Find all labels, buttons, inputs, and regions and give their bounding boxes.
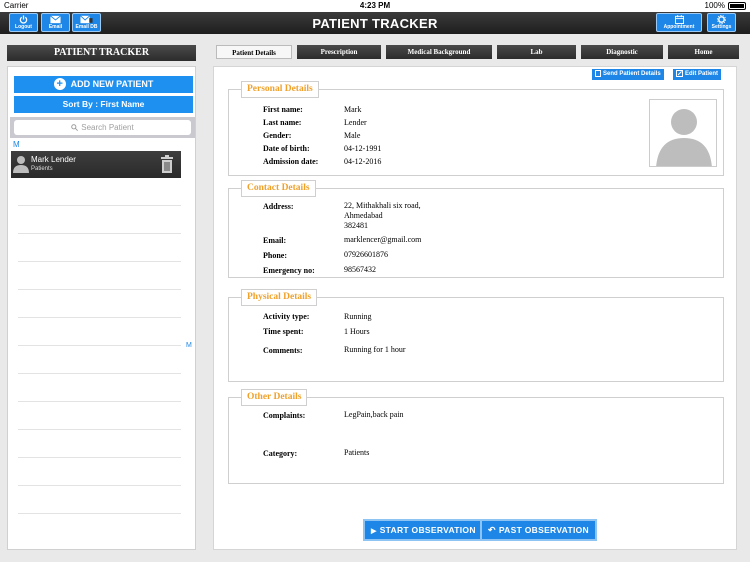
physical-details-title: Physical Details (241, 289, 318, 306)
patient-photo[interactable] (649, 99, 717, 167)
settings-button[interactable]: Settings (707, 13, 736, 32)
list-separator (18, 401, 181, 402)
app-title: PATIENT TRACKER (312, 16, 438, 31)
admission-date-label: Admission date: (263, 157, 319, 166)
past-observation-button[interactable]: ↶ PAST OBSERVATION (480, 519, 597, 541)
gender-label: Gender: (263, 131, 292, 140)
clock: 4:23 PM (359, 1, 391, 10)
email-label-field: Email: (263, 236, 287, 245)
battery-icon (728, 1, 746, 10)
sidebar-title: PATIENT TRACKER (7, 45, 196, 61)
patient-name: Mark Lender (31, 155, 76, 164)
list-separator (18, 429, 181, 430)
section-header-letter: M (13, 140, 20, 149)
send-patient-details-button[interactable]: Send Patient Details (592, 69, 664, 80)
other-details-title: Other Details (241, 389, 308, 406)
personal-details-section: Personal Details First name: Mark Last n… (228, 81, 724, 176)
address-value: 22, Mithakhali six road, Ahmedabad 38248… (344, 201, 421, 230)
phone-value: 07926601876 (344, 250, 388, 259)
sort-button[interactable]: Sort By : First Name (14, 96, 193, 113)
tab-prescription[interactable]: Prescription (297, 45, 381, 59)
appointment-button[interactable]: Appointment (656, 13, 702, 32)
time-spent-label: Time spent: (263, 327, 304, 336)
category-value: Patients (344, 448, 370, 457)
complaints-value: LegPain,back pain (344, 410, 404, 419)
gear-icon (717, 15, 726, 24)
emergency-no-label: Emergency no: (263, 266, 315, 275)
first-name-label: First name: (263, 105, 303, 114)
dob-label: Date of birth: (263, 144, 310, 153)
appointment-label: Appointment (663, 24, 695, 30)
activity-type-value: Running (344, 312, 372, 321)
plus-circle-icon: + (53, 77, 66, 90)
edit-icon (676, 69, 683, 77)
battery-status: 100% (705, 1, 746, 10)
last-name-label: Last name: (263, 118, 302, 127)
settings-label: Settings (711, 24, 732, 30)
reply-arrow-icon: ↶ (488, 525, 496, 535)
first-name-value: Mark (344, 105, 362, 114)
dob-value: 04-12-1991 (344, 144, 382, 153)
calendar-icon (674, 15, 684, 24)
patient-category: Patients (31, 166, 53, 172)
past-observation-label: PAST OBSERVATION (498, 525, 589, 535)
add-patient-label: ADD NEW PATIENT (70, 79, 154, 89)
list-separator (18, 261, 181, 262)
tab-diagnostic[interactable]: Diagnostic (581, 45, 663, 59)
complaints-label: Complaints: (263, 411, 306, 420)
address-label: Address: (263, 202, 294, 211)
add-patient-button[interactable]: + ADD NEW PATIENT (14, 76, 193, 93)
start-observation-button[interactable]: ▶ START OBSERVATION (363, 519, 484, 541)
patient-list-item[interactable]: Mark Lender Patients (11, 151, 181, 178)
list-separator (18, 345, 181, 346)
tab-home[interactable]: Home (668, 45, 739, 59)
list-separator (18, 485, 181, 486)
tab-medical-background[interactable]: Medical Background (386, 45, 492, 59)
patient-details-panel: Send Patient Details Edit Patient Person… (213, 66, 737, 550)
app-header: Logout Email Email DB PATIENT TRACKER Ap… (0, 12, 750, 34)
search-placeholder: Search Patient (81, 123, 134, 132)
comments-label: Comments: (263, 346, 303, 355)
contact-details-section: Contact Details Address: 22, Mithakhali … (228, 180, 724, 278)
list-separator (18, 289, 181, 290)
patient-sidebar: + ADD NEW PATIENT Sort By : First Name Se… (7, 66, 196, 550)
physical-details-section: Physical Details Activity type: Running … (228, 289, 724, 382)
last-name-value: Lender (344, 118, 367, 127)
time-spent-value: 1 Hours (344, 327, 370, 336)
play-icon: ▶ (371, 528, 377, 535)
phone-label: Phone: (263, 251, 287, 260)
list-separator (18, 317, 181, 318)
list-separator (18, 457, 181, 458)
document-icon (595, 69, 601, 77)
status-bar: Carrier 4:23 PM 100% (0, 0, 750, 12)
edit-patient-button[interactable]: Edit Patient (673, 69, 722, 80)
activity-type-label: Activity type: (263, 312, 310, 321)
tab-lab[interactable]: Lab (497, 45, 576, 59)
gender-value: Male (344, 131, 361, 140)
list-separator (18, 513, 181, 514)
edit-label: Edit Patient (685, 71, 719, 77)
avatar-placeholder-icon (656, 109, 712, 166)
admission-date-value: 04-12-2016 (344, 157, 382, 166)
list-separator (18, 233, 181, 234)
alphabet-index-letter[interactable]: M (186, 342, 192, 349)
personal-details-title: Personal Details (241, 81, 319, 98)
trash-icon[interactable] (160, 155, 174, 173)
start-observation-label: START OBSERVATION (379, 525, 476, 535)
emergency-no-value: 98567432 (344, 265, 376, 274)
search-input[interactable]: Search Patient (14, 120, 191, 135)
send-label: Send Patient Details (603, 71, 661, 77)
search-bar: Search Patient (10, 117, 195, 138)
email-value: marklencer@gmail.com (344, 235, 422, 244)
category-label: Category: (263, 449, 298, 458)
search-icon (71, 124, 79, 132)
list-separator (18, 373, 181, 374)
other-details-section: Other Details Complaints: LegPain,back p… (228, 389, 724, 484)
comments-value: Running for 1 hour (344, 345, 406, 354)
list-separator (18, 205, 181, 206)
tab-patient-details[interactable]: Patient Details (216, 45, 292, 59)
battery-percent: 100% (704, 1, 725, 10)
contact-details-title: Contact Details (241, 180, 316, 197)
person-icon (13, 156, 29, 173)
